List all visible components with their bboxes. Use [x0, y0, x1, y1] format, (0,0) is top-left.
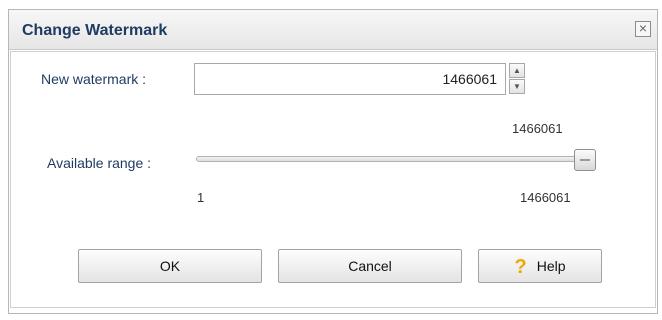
- new-watermark-input[interactable]: [195, 64, 505, 94]
- watermark-spinner: ▲ ▼: [509, 63, 525, 95]
- spin-up-button[interactable]: ▲: [509, 63, 525, 78]
- cancel-button-label: Cancel: [348, 258, 392, 274]
- help-button[interactable]: ? Help: [478, 249, 602, 283]
- new-watermark-label: New watermark :: [41, 71, 147, 87]
- spin-down-button[interactable]: ▼: [509, 79, 525, 94]
- help-button-label: Help: [536, 258, 566, 274]
- close-icon[interactable]: ×: [635, 21, 651, 37]
- ok-button[interactable]: OK: [78, 249, 262, 283]
- dialog-titlebar: Change Watermark ×: [9, 10, 657, 50]
- range-slider-track[interactable]: [196, 156, 592, 162]
- range-slider-thumb[interactable]: [574, 149, 596, 171]
- range-max-value: 1466061: [520, 190, 571, 205]
- available-range-label: Available range :: [47, 155, 152, 171]
- cancel-button[interactable]: Cancel: [278, 249, 462, 283]
- ok-button-label: OK: [159, 258, 181, 274]
- question-mark-icon: ?: [514, 256, 527, 279]
- dialog-title: Change Watermark: [22, 22, 168, 39]
- new-watermark-input-wrapper: [194, 63, 506, 95]
- range-min-value: 1: [197, 190, 205, 205]
- current-watermark-value: 1466061: [512, 121, 563, 136]
